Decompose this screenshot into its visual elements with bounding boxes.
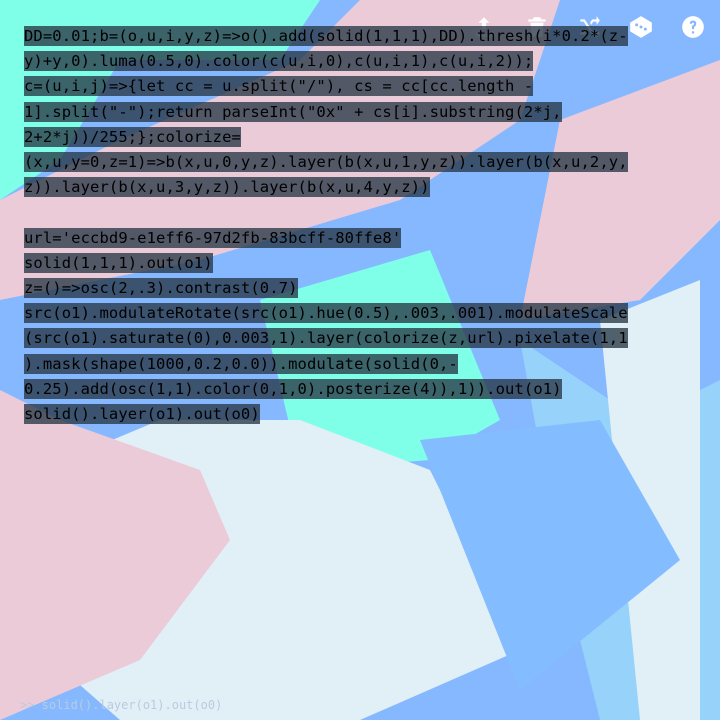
code-line[interactable]: ).mask(shape(1000,0.2,0.0)).modulate(sol… [24, 352, 720, 377]
code-line-text: url='eccbd9-e1eff6-97d2fb-83bcff-80ffe8' [24, 227, 402, 248]
code-line[interactable]: solid().layer(o1).out(o0) [24, 402, 720, 427]
code-line-text: y)+y,0).luma(0.5,0).color(c(u,i,0),c(u,i… [24, 51, 534, 72]
code-line[interactable]: z)).layer(b(x,u,3,y,z)).layer(b(x,u,4,y,… [24, 175, 720, 200]
code-line-text: 0.25).add(osc(1,1).color(0,1,0).posteriz… [24, 378, 562, 399]
code-line-text: DD=0.01;b=(o,u,i,y,z)=>o().add(solid(1,1… [24, 26, 628, 46]
code-line-text: z=()=>osc(2,.3).contrast(0.7) [24, 278, 298, 299]
code-line[interactable]: 0.25).add(osc(1,1).color(0,1,0).posteriz… [24, 377, 720, 402]
code-line[interactable]: src(o1).modulateRotate(src(o1).hue(0.5),… [24, 301, 720, 326]
code-line-text: 1].split("-");return parseInt("0x" + cs[… [24, 101, 562, 122]
code-line-text: 2+2*j))/255;};colorize= [24, 126, 241, 147]
code-line[interactable]: 2+2*j))/255;};colorize= [24, 125, 720, 150]
code-line[interactable]: url='eccbd9-e1eff6-97d2fb-83bcff-80ffe8' [24, 226, 720, 251]
code-line[interactable]: 1].split("-");return parseInt("0x" + cs[… [24, 100, 720, 125]
console-output: >> solid().layer(o1).out(o0) [20, 698, 223, 712]
code-line-text: c=(u,i,j)=>{let cc = u.split("/"), cs = … [24, 76, 534, 97]
code-line[interactable]: y)+y,0).luma(0.5,0).color(c(u,i,0),c(u,i… [24, 49, 720, 74]
code-line[interactable]: (src(o1).saturate(0),0.003,1).layer(colo… [24, 326, 720, 351]
code-editor[interactable]: DD=0.01;b=(o,u,i,y,z)=>o().add(solid(1,1… [24, 24, 720, 427]
code-line[interactable]: solid(1,1,1).out(o1) [24, 251, 720, 276]
code-line[interactable]: c=(u,i,j)=>{let cc = u.split("/"), cs = … [24, 74, 720, 99]
code-line[interactable]: DD=0.01;b=(o,u,i,y,z)=>o().add(solid(1,1… [24, 24, 720, 49]
code-line-text: z)).layer(b(x,u,3,y,z)).layer(b(x,u,4,y,… [24, 177, 430, 198]
code-line-text: (src(o1).saturate(0),0.003,1).layer(colo… [24, 328, 628, 349]
code-line-text: ).mask(shape(1000,0.2,0.0)).modulate(sol… [24, 353, 458, 374]
code-line-text: solid().layer(o1).out(o0) [24, 404, 260, 425]
code-line-text: solid(1,1,1).out(o1) [24, 252, 213, 273]
code-line[interactable] [24, 200, 720, 225]
code-line-text: src(o1).modulateRotate(src(o1).hue(0.5),… [24, 303, 628, 324]
code-line[interactable]: z=()=>osc(2,.3).contrast(0.7) [24, 276, 720, 301]
code-line-text: (x,u,y=0,z=1)=>b(x,u,0,y,z).layer(b(x,u,… [24, 152, 628, 173]
code-line[interactable]: (x,u,y=0,z=1)=>b(x,u,0,y,z).layer(b(x,u,… [24, 150, 720, 175]
